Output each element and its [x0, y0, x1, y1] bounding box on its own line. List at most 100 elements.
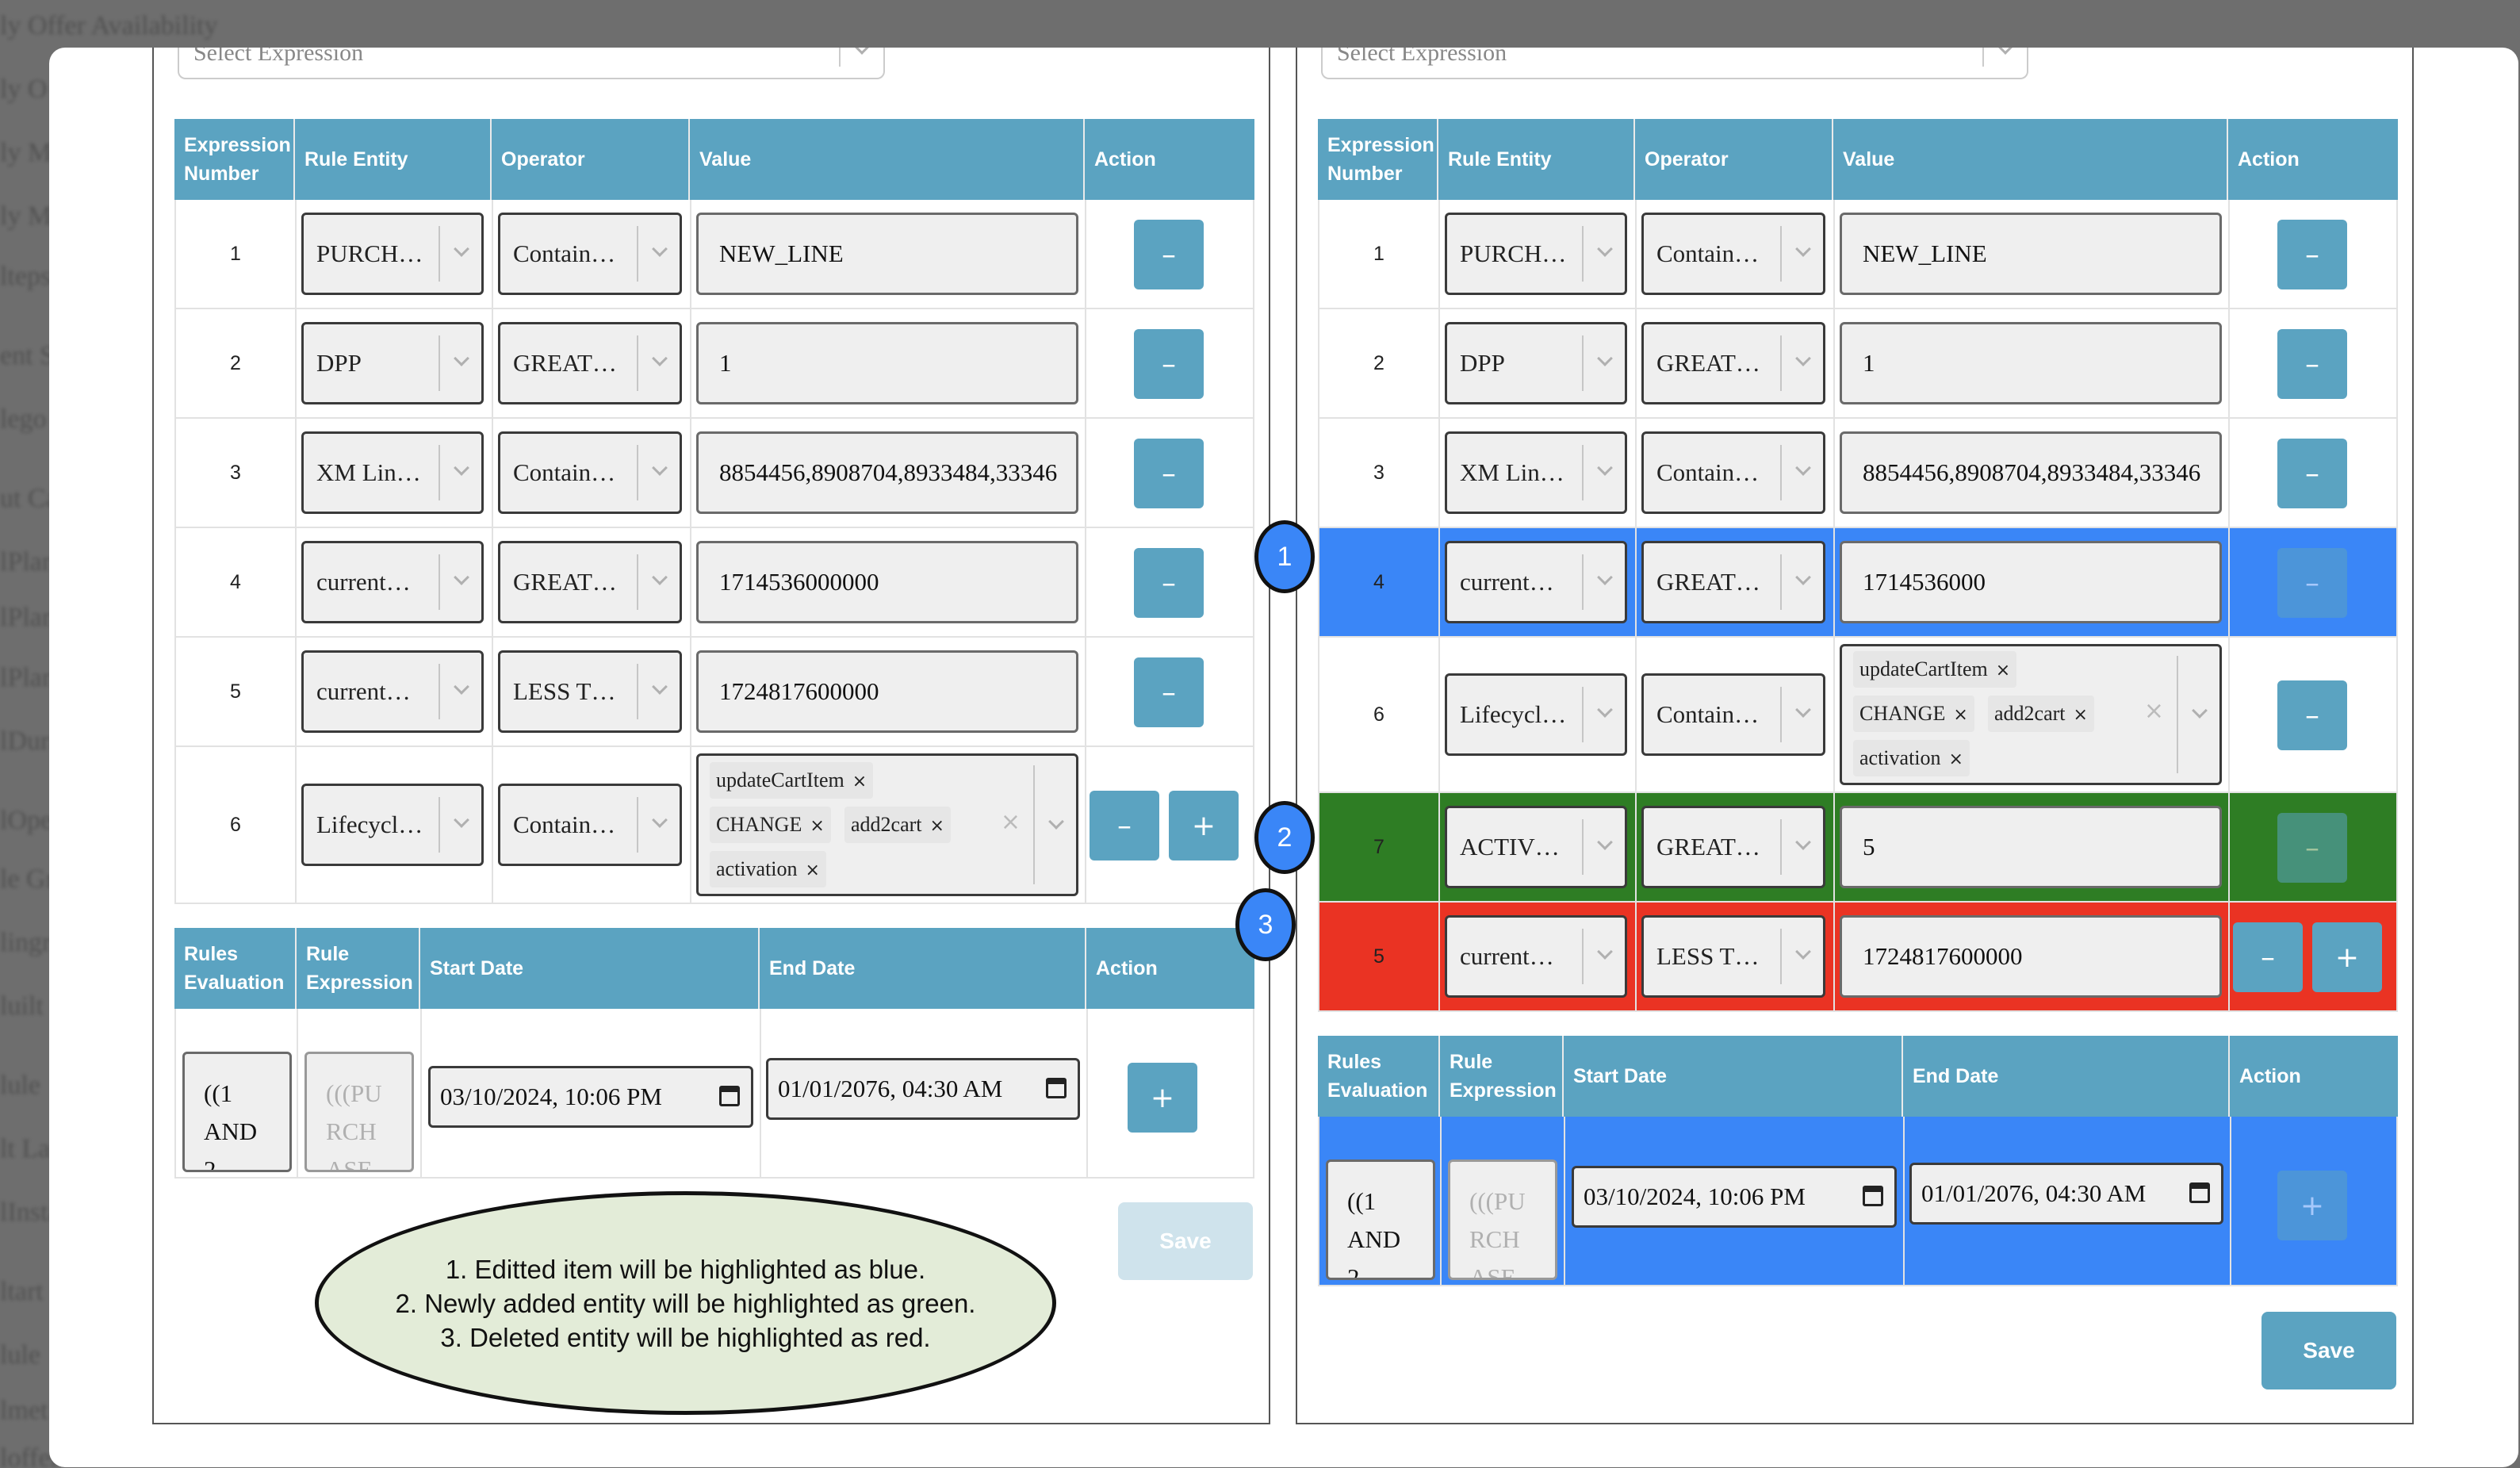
- value-multiselect[interactable]: updateCartItem × CHANGE × add2cart × activa…: [1840, 644, 2222, 785]
- expression-select[interactable]: Select Expression: [178, 48, 885, 79]
- tag-remove-icon[interactable]: ×: [810, 816, 824, 836]
- header-rules-evaluation: Rules Evaluation: [174, 928, 297, 1009]
- rules-evaluation-input[interactable]: ((1 AND 2: [1326, 1159, 1435, 1280]
- table-row: 1 PURCH… Contain… NEW_LINE –: [174, 200, 1254, 309]
- operator-select[interactable]: Contain…: [498, 431, 682, 514]
- rule-entity-select[interactable]: current…: [301, 541, 484, 623]
- remove-expression-button[interactable]: –: [2277, 813, 2347, 883]
- calendar-icon[interactable]: [1863, 1186, 1883, 1206]
- add-rule-button[interactable]: +: [2277, 1171, 2347, 1240]
- add-expression-button[interactable]: +: [2312, 922, 2382, 992]
- operator-select[interactable]: GREAT…: [498, 322, 682, 404]
- background-text: ly M: [0, 138, 52, 167]
- rule-entity-select[interactable]: XM Lin…: [1445, 431, 1627, 514]
- remove-expression-button[interactable]: –: [2233, 922, 2303, 992]
- tag-remove-icon[interactable]: ×: [930, 816, 944, 836]
- tag-remove-icon[interactable]: ×: [806, 860, 820, 880]
- operator-value: GREAT…: [1656, 568, 1760, 596]
- save-button[interactable]: Save: [2261, 1312, 2396, 1389]
- background-text: ltart: [0, 1277, 44, 1306]
- add-expression-button[interactable]: +: [1169, 791, 1239, 860]
- rules-evaluation-input[interactable]: ((1 AND 2: [182, 1052, 292, 1172]
- start-date-input[interactable]: 03/10/2024, 10:06 PM: [428, 1066, 753, 1128]
- rule-entity-select[interactable]: PURCH…: [301, 213, 484, 295]
- remove-expression-button[interactable]: –: [2277, 548, 2347, 618]
- calendar-icon[interactable]: [1046, 1078, 1067, 1098]
- remove-expression-button[interactable]: –: [1134, 439, 1204, 508]
- operator-select[interactable]: Contain…: [1641, 213, 1825, 295]
- table-row: 2 DPP GREAT… 1 –: [174, 309, 1254, 419]
- operator-select[interactable]: GREAT…: [1641, 806, 1825, 888]
- rule-entity-select[interactable]: ACTIV…: [1445, 806, 1627, 888]
- end-date-input[interactable]: 01/01/2076, 04:30 AM: [1909, 1163, 2223, 1225]
- remove-expression-button[interactable]: –: [1134, 329, 1204, 399]
- table-row: 1 PURCH… Contain… NEW_LINE –: [1318, 200, 2398, 309]
- operator-value: LESS T…: [513, 677, 616, 705]
- rule-entity-select[interactable]: XM Lin…: [301, 431, 484, 514]
- calendar-icon[interactable]: [719, 1086, 740, 1106]
- value-input[interactable]: 1714536000000: [696, 541, 1078, 623]
- value-input[interactable]: 1724817600000: [1840, 915, 2222, 998]
- operator-select[interactable]: GREAT…: [1641, 541, 1825, 623]
- remove-expression-button[interactable]: –: [1134, 657, 1204, 727]
- rule-entity-select[interactable]: Lifecycl…: [301, 784, 484, 866]
- remove-expression-button[interactable]: –: [1134, 220, 1204, 289]
- remove-expression-button[interactable]: –: [2277, 680, 2347, 750]
- background-text: lmet: [0, 1396, 48, 1425]
- add-rule-button[interactable]: +: [1128, 1063, 1197, 1133]
- expression-select[interactable]: Select Expression: [1321, 48, 2028, 79]
- rule-entity-select[interactable]: current…: [1445, 541, 1627, 623]
- value-tag: updateCartItem ×: [1853, 651, 2017, 688]
- value-input[interactable]: 8854456,8908704,8933484,33346: [1840, 431, 2222, 514]
- rule-entity-select[interactable]: DPP: [301, 322, 484, 404]
- background-text: lt La: [0, 1134, 51, 1163]
- tag-remove-icon[interactable]: ×: [1953, 705, 1967, 725]
- operator-value: Contain…: [513, 811, 616, 838]
- rule-entity-select[interactable]: current…: [1445, 915, 1627, 998]
- operator-select[interactable]: Contain…: [498, 213, 682, 295]
- remove-expression-button[interactable]: –: [2277, 329, 2347, 399]
- value-input[interactable]: NEW_LINE: [1840, 213, 2222, 295]
- clear-icon[interactable]: ×: [2144, 697, 2164, 725]
- start-date-input[interactable]: 03/10/2024, 10:06 PM: [1572, 1166, 1897, 1228]
- table-row: 3 XM Lin… Contain… 8854456,8908704,89334…: [174, 419, 1254, 528]
- value-input[interactable]: 1724817600000: [696, 650, 1078, 733]
- calendar-icon[interactable]: [2189, 1182, 2210, 1203]
- rule-entity-select[interactable]: DPP: [1445, 322, 1627, 404]
- tag-remove-icon[interactable]: ×: [852, 772, 867, 791]
- operator-value: GREAT…: [1656, 833, 1760, 860]
- operator-select[interactable]: LESS T…: [498, 650, 682, 733]
- rule-entity-select[interactable]: PURCH…: [1445, 213, 1627, 295]
- value-input[interactable]: 5: [1840, 806, 2222, 888]
- value-input[interactable]: 8854456,8908704,8933484,33346: [696, 431, 1078, 514]
- rule-entity-select[interactable]: Lifecycl…: [1445, 673, 1627, 756]
- operator-select[interactable]: LESS T…: [1641, 915, 1825, 998]
- value-input[interactable]: 1: [696, 322, 1078, 404]
- operator-select[interactable]: Contain…: [1641, 431, 1825, 514]
- rule-entity-value: current…: [316, 568, 411, 596]
- operator-select[interactable]: GREAT…: [498, 541, 682, 623]
- remove-expression-button[interactable]: –: [2277, 439, 2347, 508]
- tag-remove-icon[interactable]: ×: [1949, 749, 1963, 769]
- save-button-disabled[interactable]: Save: [1118, 1202, 1253, 1280]
- operator-select[interactable]: Contain…: [498, 784, 682, 866]
- tag-remove-icon[interactable]: ×: [1996, 661, 2010, 680]
- remove-expression-button[interactable]: –: [1090, 791, 1159, 860]
- rule-entity-select[interactable]: current…: [301, 650, 484, 733]
- operator-select[interactable]: Contain…: [1641, 673, 1825, 756]
- remove-expression-button[interactable]: –: [2277, 220, 2347, 289]
- legend-line-deleted: 3. Deleted entity will be highlighted as…: [440, 1322, 931, 1352]
- value-input[interactable]: NEW_LINE: [696, 213, 1078, 295]
- value-input[interactable]: 1: [1840, 322, 2222, 404]
- chevron-down-icon: [1597, 241, 1613, 257]
- end-date-input[interactable]: 01/01/2076, 04:30 AM: [766, 1058, 1080, 1120]
- value-multiselect[interactable]: updateCartItem × CHANGE × add2cart × activa…: [696, 753, 1078, 896]
- table-row-added: 7 ACTIV… GREAT… 5 –: [1318, 793, 2398, 903]
- value-input[interactable]: 1714536000: [1840, 541, 2222, 623]
- remove-expression-button[interactable]: –: [1134, 548, 1204, 618]
- background-text: lule: [0, 1071, 40, 1100]
- operator-select[interactable]: GREAT…: [1641, 322, 1825, 404]
- clear-icon[interactable]: ×: [1001, 808, 1021, 836]
- chevron-down-icon: [652, 460, 668, 476]
- tag-remove-icon[interactable]: ×: [2074, 705, 2088, 725]
